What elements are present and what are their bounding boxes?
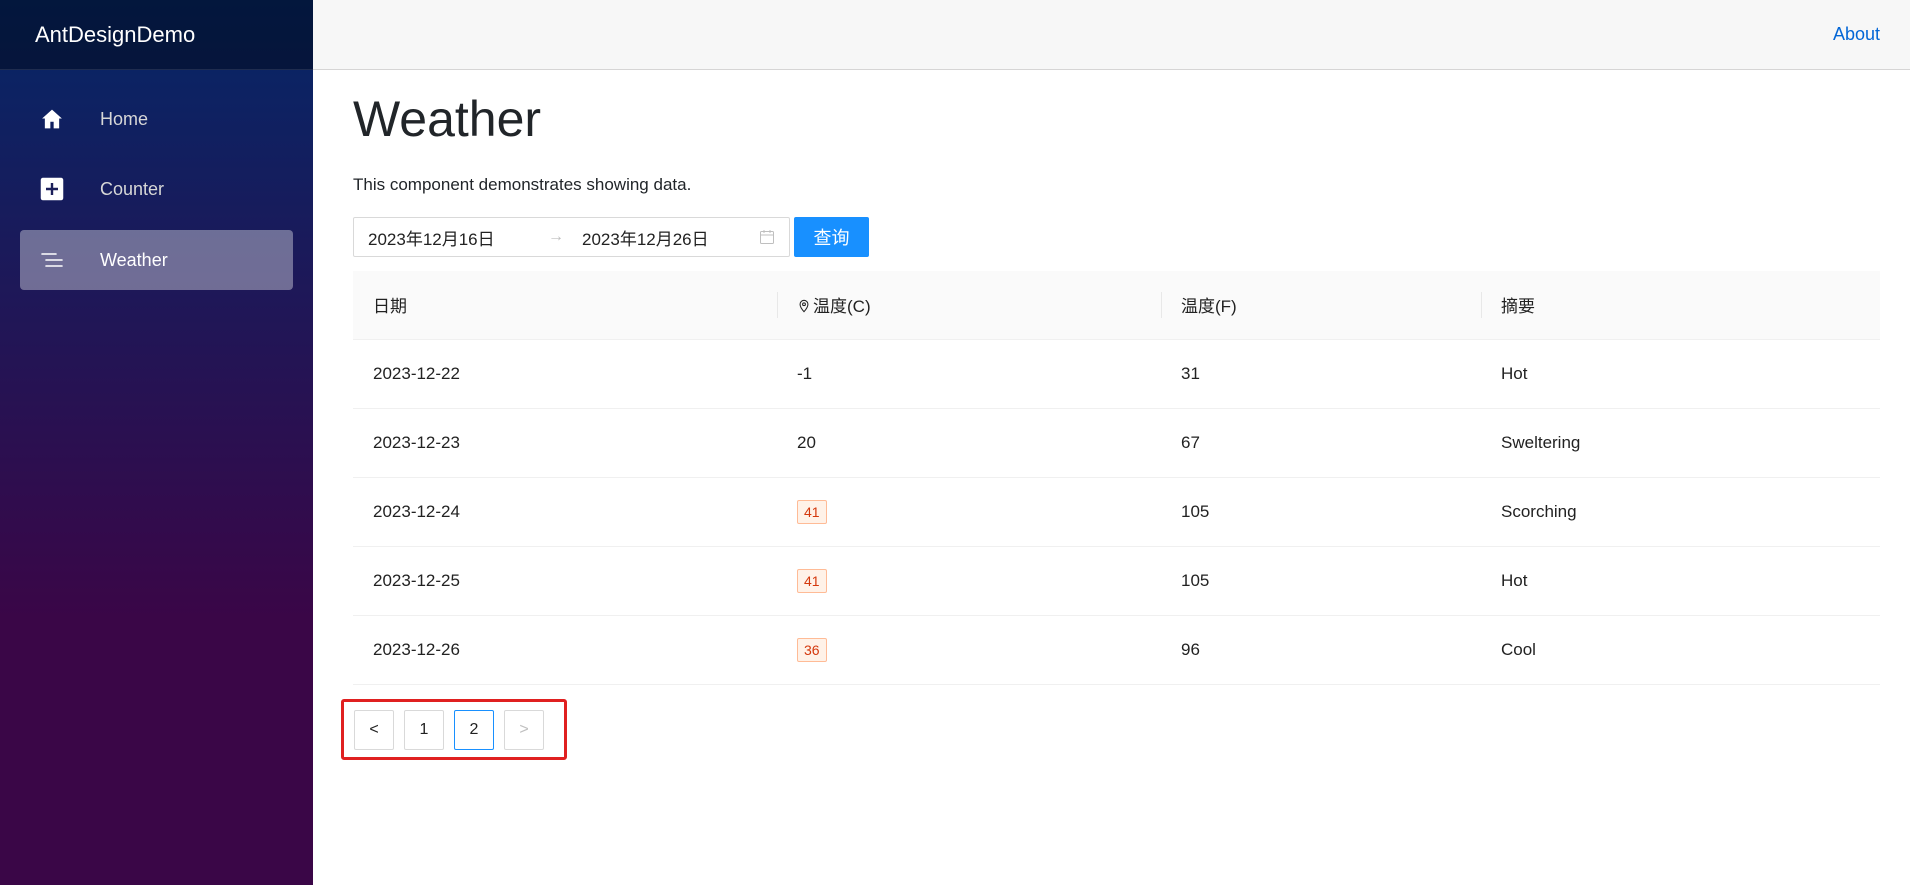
header-temp-f[interactable]: 温度(F)	[1161, 271, 1481, 340]
page-2-button[interactable]: 2	[454, 709, 494, 750]
temp-tag: 36	[797, 637, 827, 662]
header-date[interactable]: 日期	[353, 271, 777, 340]
sidebar-item-label: Weather	[100, 249, 168, 270]
temp-tag: 41	[797, 568, 827, 593]
cell-temp-c: 41	[777, 546, 1161, 616]
sidebar: AntDesignDemo Home Counter Weather	[0, 0, 313, 885]
cell-date: 2023-12-26	[353, 615, 777, 685]
cell-date: 2023-12-22	[353, 339, 777, 409]
cell-temp-c: 41	[777, 477, 1161, 547]
sidebar-item-label: Home	[100, 108, 149, 129]
header-label: 摘要	[1501, 297, 1535, 317]
cell-summary: Cool	[1481, 615, 1880, 685]
sidebar-item-home[interactable]: Home	[20, 89, 293, 149]
main-content: Weather This component demonstrates show…	[353, 70, 1880, 685]
temp-c-value: -1	[797, 363, 813, 383]
sidebar-item-counter[interactable]: Counter	[20, 159, 293, 219]
cell-temp-f: 105	[1161, 546, 1481, 616]
header-temp-c[interactable]: 温度(C)	[777, 271, 1161, 340]
sidebar-item-label: Counter	[100, 178, 165, 199]
start-date-input[interactable]: 2023年12月16日	[368, 225, 548, 250]
table-header-row: 日期 温度(C) 温度(F) 摘要	[353, 271, 1880, 340]
range-separator: →	[548, 228, 564, 245]
brand-title[interactable]: AntDesignDemo	[0, 0, 313, 70]
location-pin-icon	[799, 300, 809, 313]
table-row: 2023-12-22 -1 31 Hot	[353, 339, 1880, 409]
header-label: 日期	[373, 297, 407, 317]
header-label: 温度(F)	[1181, 297, 1237, 317]
calendar-icon	[760, 230, 774, 244]
cell-summary: Sweltering	[1481, 408, 1880, 478]
header-label: 温度(C)	[813, 297, 871, 317]
page-description: This component demonstrates showing data…	[353, 175, 692, 194]
cell-temp-f: 31	[1161, 339, 1481, 409]
page-title: Weather	[353, 91, 542, 147]
plus-square-icon	[40, 177, 64, 201]
prev-page-button[interactable]: <	[354, 709, 394, 750]
next-page-button[interactable]: >	[504, 709, 544, 750]
weather-table: 日期 温度(C) 温度(F) 摘要 2023-12-22 -1 31 Hot 2…	[353, 271, 1880, 685]
pagination: < 1 2 >	[341, 699, 567, 760]
query-button[interactable]: 查询	[794, 217, 869, 257]
cell-summary: Hot	[1481, 339, 1880, 409]
cell-temp-c: 20	[777, 408, 1161, 478]
table-row: 2023-12-26 36 96 Cool	[353, 615, 1880, 685]
temp-tag: 41	[797, 499, 827, 524]
cell-temp-c: 36	[777, 615, 1161, 685]
table-row: 2023-12-23 20 67 Sweltering	[353, 408, 1880, 478]
cell-temp-f: 67	[1161, 408, 1481, 478]
cell-summary: Hot	[1481, 546, 1880, 616]
temp-c-value: 20	[797, 432, 816, 452]
end-date-input[interactable]: 2023年12月26日	[582, 225, 759, 250]
sidebar-item-weather[interactable]: Weather	[20, 230, 293, 290]
top-bar: About	[313, 0, 1910, 70]
table-row: 2023-12-24 41 105 Scorching	[353, 477, 1880, 547]
menu-lines-icon	[40, 248, 64, 272]
cell-date: 2023-12-23	[353, 408, 777, 478]
cell-temp-f: 105	[1161, 477, 1481, 547]
date-range-picker[interactable]: 2023年12月16日 → 2023年12月26日	[353, 217, 790, 257]
table-row: 2023-12-25 41 105 Hot	[353, 546, 1880, 616]
cell-summary: Scorching	[1481, 477, 1880, 547]
home-icon	[40, 107, 64, 131]
about-link[interactable]: About	[1833, 24, 1880, 45]
filter-row: 2023年12月16日 → 2023年12月26日 查询	[353, 217, 1880, 257]
cell-date: 2023-12-24	[353, 477, 777, 547]
cell-temp-f: 96	[1161, 615, 1481, 685]
header-summary[interactable]: 摘要	[1481, 271, 1880, 340]
cell-temp-c: -1	[777, 339, 1161, 409]
cell-date: 2023-12-25	[353, 546, 777, 616]
page-1-button[interactable]: 1	[404, 709, 444, 750]
